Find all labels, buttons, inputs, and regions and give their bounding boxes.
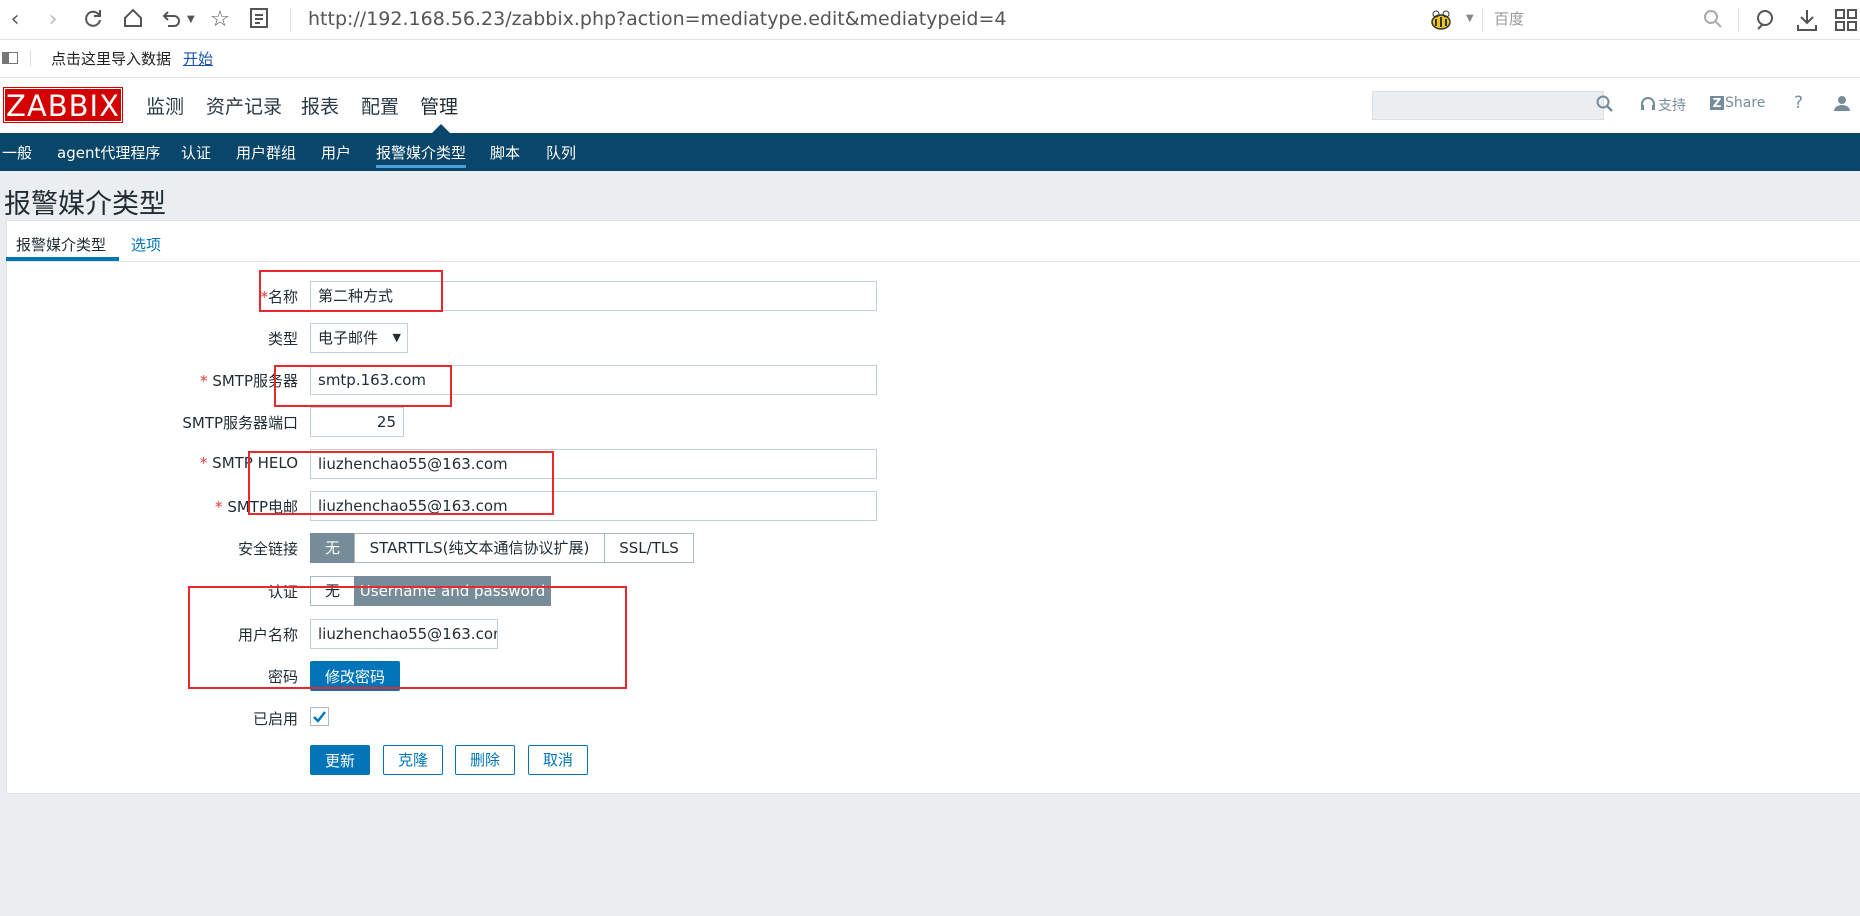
bookmark-start-link[interactable]: 开始 [183, 48, 213, 69]
bookmark-import-text: 点击这里导入数据 [51, 50, 172, 68]
submenu-proxies[interactable]: agent代理程序 [57, 142, 160, 163]
profile-icon[interactable] [1753, 7, 1779, 37]
smtp-port-input[interactable]: 25 [310, 407, 404, 437]
type-label: 类型 [267, 330, 298, 348]
share-icon: Z [1710, 96, 1724, 110]
tab-options[interactable]: 选项 [131, 234, 161, 255]
headset-icon [1640, 96, 1656, 116]
menu-configuration[interactable]: 配置 [361, 92, 399, 119]
annotation-box-name [259, 270, 443, 312]
clone-button[interactable]: 克隆 [383, 745, 443, 775]
reload-icon[interactable] [80, 7, 106, 33]
active-tab-underline [6, 257, 119, 261]
search-right-divider [1738, 8, 1739, 32]
cancel-button[interactable]: 取消 [528, 745, 588, 775]
toolbar-divider [290, 8, 291, 32]
submenu-media-types[interactable]: 报警媒介类型 [376, 142, 466, 163]
tab-media-type[interactable]: 报警媒介类型 [16, 234, 106, 255]
active-submenu-underline [376, 165, 466, 168]
undo-icon[interactable] [158, 7, 184, 33]
delete-button[interactable]: 删除 [455, 745, 515, 775]
smtp-server-label: * SMTP服务器 [200, 372, 298, 390]
bookmark-divider [30, 50, 31, 66]
menu-monitoring[interactable]: 监测 [146, 92, 184, 119]
user-profile-icon[interactable] [1834, 95, 1850, 115]
submenu-authentication[interactable]: 认证 [181, 142, 211, 163]
security-label: 安全链接 [237, 540, 298, 558]
name-label: *名称 [260, 288, 298, 306]
security-ssl-option[interactable]: SSL/TLS [604, 533, 694, 563]
search-placeholder: 百度 [1494, 10, 1525, 28]
page-title: 报警媒介类型 [4, 189, 166, 220]
sidebar-toggle-icon[interactable] [2, 52, 18, 64]
bookmarks-bar [0, 40, 1860, 78]
type-select-value: 电子邮件 [318, 329, 379, 347]
checkmark-icon [313, 711, 326, 723]
annotation-box-smtp-server [274, 365, 452, 407]
global-search-input[interactable] [1372, 91, 1604, 120]
smtp-port-label: SMTP服务器端口 [182, 414, 298, 432]
zabbix-logo[interactable]: ZABBIX [3, 87, 123, 123]
type-select[interactable]: 电子邮件 ▼ [310, 323, 408, 353]
global-search-icon[interactable] [1596, 95, 1614, 117]
enabled-checkbox[interactable] [310, 707, 329, 726]
menu-inventory[interactable]: 资产记录 [206, 92, 282, 119]
update-button[interactable]: 更新 [310, 745, 370, 775]
security-none-option[interactable]: 无 [310, 533, 355, 563]
submenu-user-groups[interactable]: 用户群组 [236, 142, 296, 163]
menu-administration[interactable]: 管理 [420, 92, 458, 119]
engine-dropdown-icon[interactable]: ▼ [1466, 13, 1474, 24]
reader-icon[interactable] [246, 7, 272, 33]
forward-icon[interactable]: › [40, 7, 66, 33]
menu-reports[interactable]: 报表 [301, 92, 339, 119]
enabled-label: 已启用 [252, 710, 298, 728]
browser-search-input[interactable]: 百度 [1482, 4, 1732, 34]
share-link[interactable]: Share [1725, 95, 1765, 111]
bee-icon[interactable] [1428, 7, 1454, 33]
apps-grid-icon[interactable] [1834, 7, 1858, 37]
security-starttls-option[interactable]: STARTTLS(纯文本通信协议扩展) [354, 533, 605, 563]
submenu-general[interactable]: 一般 [2, 142, 32, 163]
undo-dropdown-icon[interactable]: ▼ [187, 14, 195, 25]
active-menu-indicator [432, 124, 450, 133]
support-link[interactable]: 支持 [1658, 95, 1686, 115]
chevron-down-icon: ▼ [392, 331, 401, 344]
annotation-box-auth [188, 586, 627, 689]
submenu-scripts[interactable]: 脚本 [490, 142, 520, 163]
back-icon[interactable]: ‹ [2, 7, 28, 33]
address-bar[interactable]: http://192.168.56.23/zabbix.php?action=m… [308, 6, 1007, 32]
annotation-box-helo-email [248, 451, 554, 515]
star-icon[interactable]: ☆ [207, 7, 233, 33]
download-icon[interactable] [1794, 7, 1820, 37]
search-icon[interactable] [1703, 9, 1723, 33]
submenu-users[interactable]: 用户 [321, 142, 351, 163]
help-link[interactable]: ? [1794, 93, 1803, 113]
tab-divider [6, 261, 1860, 262]
home-icon[interactable] [120, 7, 146, 33]
submenu-queue[interactable]: 队列 [546, 142, 576, 163]
